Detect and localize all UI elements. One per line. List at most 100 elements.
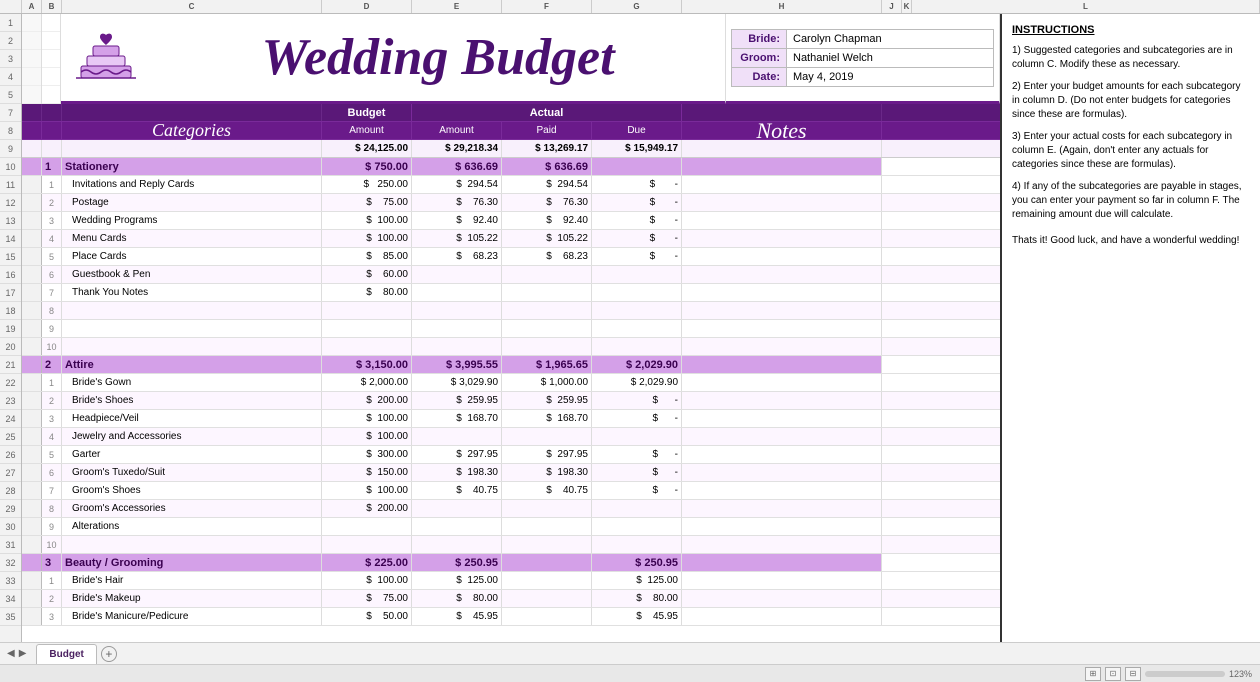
page-layout-button[interactable]: ⊡ [1105, 667, 1121, 681]
rn-30: 30 [0, 518, 21, 536]
tux-budget: $ 150.00 [322, 464, 412, 481]
groom-label: Groom: [732, 48, 787, 67]
rn-8: 8 [0, 122, 21, 140]
inv-due: $ - [592, 176, 682, 193]
row-garter: 5 Garter $ 300.00 $ 297.95 $ 297.95 $ - [22, 446, 1000, 464]
title-area: Wedding Budget [61, 14, 726, 104]
head-name: Headpiece/Veil [62, 410, 322, 427]
amount-label-1: Amount [322, 122, 412, 139]
tab-bar: ◀ ▶ Budget + [0, 642, 1260, 664]
beauty-notes [682, 554, 882, 571]
garter-budget: $ 300.00 [322, 446, 412, 463]
zoom-slider[interactable] [1145, 671, 1225, 677]
grand-paid: $ 13,269.17 [502, 140, 592, 157]
rn-5: 5 [0, 86, 21, 104]
tux-name: Groom's Tuxedo/Suit [62, 464, 322, 481]
normal-view-button[interactable]: ⊞ [1085, 667, 1101, 681]
header-section: 1 2 3 4 5 [0, 14, 1000, 104]
post-name: Postage [62, 194, 322, 211]
add-sheet-button[interactable]: + [101, 646, 117, 662]
prog-num: 3 [42, 212, 62, 229]
menu-actual: $ 105.22 [412, 230, 502, 247]
gacc-budget: $ 200.00 [322, 500, 412, 517]
head-notes [682, 410, 882, 427]
rn-22: 22 [0, 374, 21, 392]
rn-19: 19 [0, 320, 21, 338]
alt-notes [682, 518, 882, 535]
bride-label: Bride: [732, 29, 787, 48]
post-actual: $ 76.30 [412, 194, 502, 211]
sec1-notes [682, 158, 882, 175]
menu-cola [22, 230, 42, 247]
grand-due: $ 15,949.17 [592, 140, 682, 157]
sec1-paid: $ 636.69 [502, 158, 592, 175]
sec1-num: 1 [42, 158, 62, 175]
gshoes-name: Groom's Shoes [62, 482, 322, 499]
s-e3-num: 10 [42, 338, 62, 355]
rn-11: 11 [0, 176, 21, 194]
ty-num: 7 [42, 284, 62, 301]
row-menu-cards: 4 Menu Cards $ 100.00 $ 105.22 $ 105.22 … [22, 230, 1000, 248]
s-e2-num: 9 [42, 320, 62, 337]
row-s-empty1: 8 [22, 302, 1000, 320]
budget-tab[interactable]: Budget [36, 644, 96, 664]
gb-num: 6 [42, 266, 62, 283]
ty-due [592, 284, 682, 301]
rn-col-9: 9 [0, 140, 22, 158]
sec1-colA [22, 158, 42, 175]
hair-name: Bride's Hair [62, 572, 322, 589]
gb-paid [502, 266, 592, 283]
hair-actual: $ 125.00 [412, 572, 502, 589]
att-num: 2 [42, 356, 62, 373]
inv-num: 1 [42, 176, 62, 193]
post-cola [22, 194, 42, 211]
date-row: Date: May 4, 2019 [732, 67, 994, 86]
rn-10: 10 [0, 158, 21, 176]
att-actual: $ 3,995.55 [412, 356, 502, 373]
col-header-c: C [62, 0, 322, 13]
section-attire-header: 2 Attire $ 3,150.00 $ 3,995.55 $ 1,965.6… [22, 356, 1000, 374]
row-brides-shoes: 2 Bride's Shoes $ 200.00 $ 259.95 $ 259.… [22, 392, 1000, 410]
tab-scroll-arrows[interactable]: ◀ ▶ [5, 648, 28, 659]
shoes-due: $ - [592, 392, 682, 409]
section-beauty-header: 3 Beauty / Grooming $ 225.00 $ 250.95 $ … [22, 554, 1000, 572]
gb-budget: $ 60.00 [322, 266, 412, 283]
amount-headers-row: 8 Categories Amount Amount Paid Due Note… [0, 122, 1000, 140]
page-break-button[interactable]: ⊟ [1125, 667, 1141, 681]
row-groom-acc: 8 Groom's Accessories $ 200.00 [22, 500, 1000, 518]
col-header-g: G [592, 0, 682, 13]
gb-due [592, 266, 682, 283]
jewelry-budget: $ 100.00 [322, 428, 412, 445]
rn-24: 24 [0, 410, 21, 428]
s-e1-num: 8 [42, 302, 62, 319]
place-notes [682, 248, 882, 265]
instructions-panel: INSTRUCTIONS 1) Suggested categories and… [1000, 14, 1260, 642]
subheader-rows: 7 Budget Actual 8 [0, 104, 1000, 158]
rn-17: 17 [0, 284, 21, 302]
rn-col-7: 7 [0, 104, 22, 122]
rn-18: 18 [0, 302, 21, 320]
alt-budget [322, 518, 412, 535]
ty-cola [22, 284, 42, 301]
mani-name: Bride's Manicure/Pedicure [62, 608, 322, 625]
scroll-right-arrow[interactable]: ▶ [17, 648, 29, 659]
tux-actual: $ 198.30 [412, 464, 502, 481]
scroll-left-arrow[interactable]: ◀ [5, 648, 17, 659]
ty-paid [502, 284, 592, 301]
row-invitations: 1 Invitations and Reply Cards $ 250.00 $… [22, 176, 1000, 194]
alt-actual [412, 518, 502, 535]
makeup-budget: $ 75.00 [322, 590, 412, 607]
prog-due: $ - [592, 212, 682, 229]
col-header-d: D [322, 0, 412, 13]
sec1-due [592, 158, 682, 175]
prog-actual: $ 92.40 [412, 212, 502, 229]
row-att-empty: 10 [22, 536, 1000, 554]
jewelry-notes [682, 428, 882, 445]
tux-notes [682, 464, 882, 481]
rn-31: 31 [0, 536, 21, 554]
post-budget: $ 75.00 [322, 194, 412, 211]
gown-budget: $ 2,000.00 [322, 374, 412, 391]
rn-4: 4 [0, 68, 21, 86]
row-nums-header: 1 2 3 4 5 [0, 14, 22, 104]
row-brides-hair: 1 Bride's Hair $ 100.00 $ 125.00 $ 125.0… [22, 572, 1000, 590]
